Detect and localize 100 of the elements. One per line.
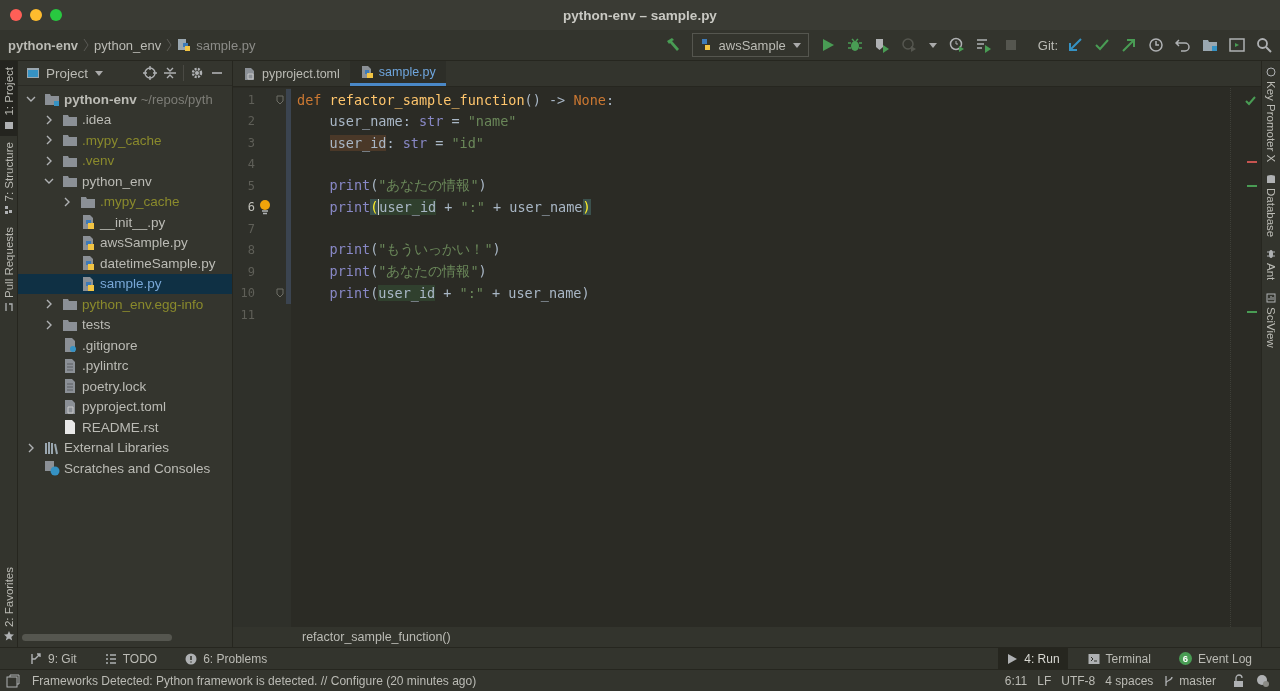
tool-window-button[interactable]: 6: Problems xyxy=(177,648,276,669)
tree-item[interactable]: .mypy_cache xyxy=(18,130,232,151)
run-configuration-dropdown[interactable]: awsSample xyxy=(691,33,809,57)
caret-icon xyxy=(791,40,802,50)
history-icon[interactable] xyxy=(1148,37,1164,53)
chevron-right-icon[interactable] xyxy=(44,319,54,330)
arrow-down-left-icon[interactable] xyxy=(1067,37,1083,53)
chevron-right-icon[interactable] xyxy=(44,135,54,146)
terminal-window-icon[interactable] xyxy=(1229,37,1245,53)
tree-item[interactable]: External Libraries xyxy=(18,437,232,458)
python-file-icon xyxy=(359,65,374,79)
status-item[interactable]: 4 spaces xyxy=(1105,673,1154,688)
tree-item[interactable]: .venv xyxy=(18,150,232,171)
fold-marker-icon[interactable] xyxy=(275,94,285,105)
status-message[interactable]: Frameworks Detected: Python framework is detected. // Configure (20 minutes ago) xyxy=(32,673,477,688)
folder-icon[interactable] xyxy=(1202,37,1218,53)
tree-item[interactable]: .gitignore xyxy=(18,335,232,356)
tree-item[interactable]: pyproject.toml xyxy=(18,396,232,417)
code-line: print("あなたの情報") xyxy=(329,176,487,195)
folder-icon xyxy=(62,132,78,149)
list-run-icon[interactable] xyxy=(975,37,992,53)
tool-window-button[interactable]: Key Promoter X xyxy=(1262,61,1280,169)
inspector-icon[interactable] xyxy=(1256,673,1270,688)
tool-window-button[interactable]: 6 Event Log xyxy=(1170,648,1260,669)
editor-tab[interactable]: pyproject.toml xyxy=(233,61,350,86)
status-item[interactable]: LF xyxy=(1037,673,1052,688)
fold-marker-icon[interactable] xyxy=(275,288,285,299)
folder-icon xyxy=(62,173,78,190)
tree-item[interactable]: .pylintrc xyxy=(18,355,232,376)
breadcrumb-item[interactable]: python_env xyxy=(94,37,162,53)
python-file-icon xyxy=(80,234,96,251)
breadcrumb-item[interactable]: python-env xyxy=(8,37,79,53)
tree-item[interactable]: tests xyxy=(18,314,232,335)
tree-item[interactable]: python-env ~/repos/pyth xyxy=(18,89,232,110)
collapse-icon[interactable] xyxy=(163,66,177,80)
tree-item[interactable]: README.rst xyxy=(18,417,232,438)
warning-icon xyxy=(185,652,198,665)
tree-item[interactable]: Scratches and Consoles xyxy=(18,458,232,479)
tree-item[interactable]: python_env xyxy=(18,171,232,192)
tool-window-button[interactable]: 9: Git xyxy=(22,648,85,669)
tree-item[interactable]: datetimeSample.py xyxy=(18,253,232,274)
lock-icon[interactable] xyxy=(1232,673,1246,688)
breadcrumb-item[interactable]: refactor_sample_function() xyxy=(302,630,451,644)
status-item[interactable]: UTF-8 xyxy=(1061,673,1096,688)
panel-toggle-icon[interactable] xyxy=(6,673,20,688)
shield-run-icon[interactable] xyxy=(873,37,890,53)
chevron-right-icon[interactable] xyxy=(62,196,72,207)
folder-icon xyxy=(44,91,60,108)
breadcrumb-item[interactable]: sample.py xyxy=(196,37,256,53)
tree-item[interactable]: .mypy_cache xyxy=(18,191,232,212)
tool-window-button[interactable]: 7: Structure xyxy=(0,135,17,222)
chevron-icon xyxy=(83,38,90,52)
tool-window-button[interactable]: Terminal xyxy=(1079,648,1159,669)
chevron-right-icon[interactable] xyxy=(44,114,54,125)
line-number: 6 xyxy=(246,200,255,215)
tool-window-button[interactable]: TODO xyxy=(96,648,166,669)
caret-icon[interactable] xyxy=(927,40,938,50)
database-icon xyxy=(1266,174,1276,185)
undo-icon[interactable] xyxy=(1175,37,1191,53)
hammer-icon[interactable] xyxy=(664,37,681,53)
branch-name[interactable]: master xyxy=(1179,673,1216,688)
tool-window-button[interactable]: Pull Requests xyxy=(0,221,17,318)
panel-title[interactable]: Project xyxy=(46,65,89,81)
close-button[interactable] xyxy=(10,9,22,21)
zoom-button[interactable] xyxy=(50,9,62,21)
lightbulb-icon[interactable] xyxy=(259,199,271,216)
minimize-button[interactable] xyxy=(30,9,42,21)
terminal-icon xyxy=(1087,652,1100,665)
check-icon[interactable] xyxy=(1094,37,1110,53)
branch-icon xyxy=(1163,674,1176,687)
tree-item[interactable]: python_env.egg-info xyxy=(18,294,232,315)
status-item[interactable]: 6:11 xyxy=(1004,673,1028,688)
crosshair-icon[interactable] xyxy=(143,66,157,80)
tool-window-button[interactable]: 1: Project xyxy=(0,61,17,136)
bug-icon[interactable] xyxy=(846,37,863,53)
tool-window-button[interactable]: Ant xyxy=(1262,243,1280,287)
editor-tab[interactable]: sample.py xyxy=(349,61,446,86)
tree-item[interactable]: sample.py xyxy=(18,273,232,294)
clock-run-icon[interactable] xyxy=(948,37,965,53)
chevron-right-icon[interactable] xyxy=(44,155,54,166)
caret-icon[interactable] xyxy=(94,68,105,78)
chevron-right-icon[interactable] xyxy=(26,442,36,453)
tool-window-button[interactable]: Database xyxy=(1262,168,1280,244)
code-line: print(user_id + ":" + user_name) xyxy=(329,199,591,216)
python-file-icon xyxy=(80,214,96,231)
tree-item[interactable]: poetry.lock xyxy=(18,376,232,397)
arrow-up-right-icon[interactable] xyxy=(1121,37,1137,53)
tool-window-button[interactable]: SciView xyxy=(1262,286,1280,354)
chevron-right-icon[interactable] xyxy=(44,299,54,310)
tree-item[interactable]: __init__.py xyxy=(18,212,232,233)
tree-item[interactable]: awsSample.py xyxy=(18,232,232,253)
gear-icon[interactable] xyxy=(190,66,204,80)
search-icon[interactable] xyxy=(1256,37,1272,53)
chart-icon xyxy=(1266,292,1276,303)
tool-window-button[interactable]: 4: Run xyxy=(998,648,1068,669)
tree-item[interactable]: .idea xyxy=(18,109,232,130)
scrollbar[interactable] xyxy=(22,634,172,641)
code-line: print("もういっかい！") xyxy=(329,241,501,260)
favorites-button[interactable]: 2: Favorites xyxy=(0,560,17,647)
python-file-icon xyxy=(177,38,192,52)
